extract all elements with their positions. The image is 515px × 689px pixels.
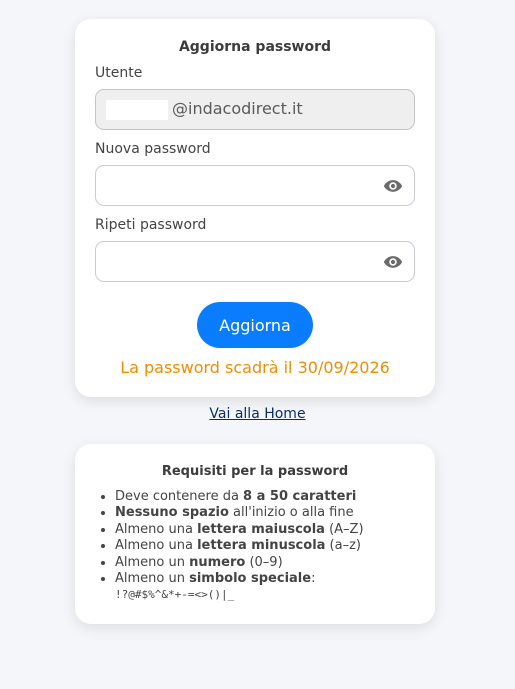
requirement-item: Almeno una lettera maiuscola (A–Z) bbox=[115, 522, 364, 538]
username-redacted bbox=[106, 100, 168, 120]
requirement-item: Almeno un numero (0–9) bbox=[115, 555, 364, 571]
password-expiry-notice: La password scadrà il 30/09/2026 bbox=[120, 358, 390, 377]
user-label: Utente bbox=[95, 65, 143, 81]
show-repeat-password-eye-icon[interactable] bbox=[382, 252, 404, 272]
home-link[interactable]: Vai alla Home bbox=[0, 406, 515, 422]
repeat-password-field[interactable] bbox=[95, 241, 415, 282]
new-password-field[interactable] bbox=[95, 165, 415, 206]
allowed-symbols: !?@#$%^&*+-=<>()|_ bbox=[115, 588, 235, 602]
update-password-button[interactable]: Aggiorna bbox=[197, 302, 313, 348]
requirements-list: Deve contenere da 8 a 50 caratteri Nessu… bbox=[103, 489, 364, 604]
requirement-item: Nessuno spazio all'inizio o alla fine bbox=[115, 505, 364, 521]
form-title: Aggiorna password bbox=[178, 39, 332, 55]
user-domain: @indacodirect.it bbox=[172, 99, 303, 118]
requirement-item: Almeno una lettera minuscola (a–z) bbox=[115, 538, 364, 554]
user-field: @indacodirect.it bbox=[95, 89, 415, 130]
update-password-card: Aggiorna password Utente @indacodirect.i… bbox=[75, 19, 435, 397]
requirement-item: Almeno un simbolo speciale: !?@#$%^&*+-=… bbox=[115, 571, 364, 604]
new-password-label: Nuova password bbox=[95, 141, 211, 157]
show-password-eye-icon[interactable] bbox=[382, 176, 404, 196]
requirement-item: Deve contenere da 8 a 50 caratteri bbox=[115, 489, 364, 505]
repeat-password-label: Ripeti password bbox=[95, 217, 207, 233]
requirements-title: Requisiti per la password bbox=[161, 464, 349, 479]
password-requirements-card: Requisiti per la password Deve contenere… bbox=[75, 444, 435, 624]
